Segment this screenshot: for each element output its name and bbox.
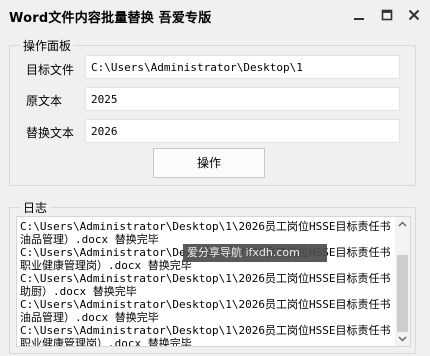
log-line: 助厨）.docx 替换完毕 (20, 285, 137, 298)
log-textbox[interactable]: C:\Users\Administrator\Desktop\1\2026员工岗… (16, 216, 411, 347)
close-icon (408, 9, 420, 21)
maximize-icon (381, 9, 393, 21)
log-line: C:\Users\Administrator\Desktop\1\2026员工岗… (20, 272, 392, 285)
log-line: C:\Users\Administrator\Desktop\1\2026员工岗… (20, 298, 392, 311)
close-button[interactable] (405, 6, 423, 24)
log-line: 职业健康管理岗）.docx 替换完毕 (20, 337, 192, 347)
log-panel-legend: 日志 (20, 199, 51, 216)
replace-text-input[interactable]: 2026 (85, 119, 400, 143)
scroll-down-icon[interactable] (398, 334, 407, 343)
log-line: C:\Users\Administrator\Desktop\1\2026员工岗… (20, 220, 392, 233)
minimize-icon (354, 18, 364, 20)
original-text-label: 原文本 (26, 94, 63, 108)
target-file-input[interactable]: C:\Users\Administrator\Desktop\1 (85, 55, 400, 79)
minimize-button[interactable] (350, 6, 368, 24)
operate-button[interactable]: 操作 (153, 148, 265, 178)
log-line: C:\Users\Administrator\Desktop\1\2026员工岗… (20, 324, 392, 337)
scroll-up-icon[interactable] (398, 220, 407, 229)
log-line: 油品管理）.docx 替换完毕 (20, 311, 159, 324)
original-text-input[interactable]: 2025 (85, 87, 400, 111)
title-bar: Word文件内容批量替换 吾爱专版 (0, 0, 430, 32)
operation-panel-legend: 操作面板 (20, 37, 75, 54)
log-content: C:\Users\Administrator\Desktop\1\2026员工岗… (20, 220, 392, 347)
watermark-overlay: 爱分享导航 ifxdh.com (183, 244, 327, 262)
maximize-button[interactable] (378, 6, 396, 24)
log-scrollbar[interactable] (395, 217, 410, 346)
scrollbar-thumb[interactable] (397, 255, 408, 332)
window-title: Word文件内容批量替换 吾爱专版 (9, 11, 212, 26)
replace-text-label: 替换文本 (26, 126, 75, 140)
target-file-label: 目标文件 (26, 63, 75, 77)
